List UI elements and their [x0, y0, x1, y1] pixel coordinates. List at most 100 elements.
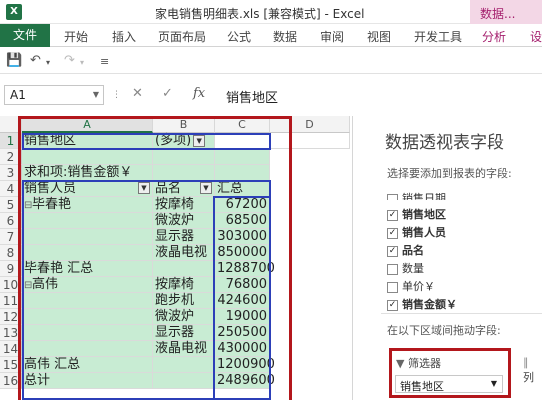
select-all-corner[interactable]: [0, 116, 22, 133]
checkbox[interactable]: ✓: [387, 227, 398, 239]
pivot-product[interactable]: 液晶电视: [153, 341, 215, 357]
insert-function-icon[interactable]: fx: [193, 86, 205, 101]
cancel-icon[interactable]: ✕: [132, 86, 143, 101]
pivot-subtotal[interactable]: 1288700: [215, 261, 275, 277]
tab-review[interactable]: 审阅: [320, 28, 344, 45]
row-header[interactable]: 1: [0, 133, 22, 149]
pivot-product[interactable]: 微波炉: [153, 213, 215, 229]
cell[interactable]: [22, 341, 153, 357]
field-item[interactable]: ✓ 销售金额￥: [387, 296, 457, 314]
cell[interactable]: [22, 309, 153, 325]
tab-view[interactable]: 视图: [367, 28, 391, 45]
field-item[interactable]: 单价￥: [387, 278, 435, 296]
row-header[interactable]: 12: [0, 309, 22, 325]
undo-icon[interactable]: ↶: [30, 53, 41, 68]
field-item[interactable]: ✓ 销售人员: [387, 224, 446, 242]
row-header[interactable]: 8: [0, 245, 22, 261]
checkbox[interactable]: ✓: [387, 209, 398, 221]
contextual-tab-group[interactable]: 数据...: [470, 0, 542, 24]
chevron-down-icon[interactable]: ▼: [93, 90, 99, 99]
pivot-row-header-product-cell[interactable]: 品名 ▼: [153, 181, 215, 197]
row-header[interactable]: 2: [0, 149, 22, 165]
enter-icon[interactable]: ✓: [162, 86, 173, 101]
field-item[interactable]: ✓ 销售地区: [387, 206, 446, 224]
collapse-icon[interactable]: ⊟: [24, 198, 32, 213]
tab-data[interactable]: 数据: [273, 28, 297, 45]
pivot-amount[interactable]: 67200: [215, 197, 270, 213]
cell[interactable]: [153, 165, 215, 181]
pivot-person-cell[interactable]: ⊟毕春艳: [22, 197, 153, 213]
cell[interactable]: [153, 357, 215, 373]
cell[interactable]: [215, 165, 270, 181]
pivot-amount[interactable]: 68500: [215, 213, 270, 229]
pivot-product[interactable]: 跑步机: [153, 293, 215, 309]
row-header[interactable]: 13: [0, 325, 22, 341]
pivot-subtotal-label[interactable]: 毕春艳 汇总: [22, 261, 153, 277]
pivot-product[interactable]: 按摩椅: [153, 277, 215, 293]
column-header-c[interactable]: C: [215, 116, 270, 133]
field-item[interactable]: ✓ 品名: [387, 242, 424, 260]
filter-area-field[interactable]: 销售地区 ▼: [395, 375, 503, 393]
pivot-product[interactable]: 按摩椅: [153, 197, 215, 213]
checkbox[interactable]: ✓: [387, 245, 398, 257]
pivot-grand-total-label[interactable]: 总计: [22, 373, 153, 389]
pivot-amount[interactable]: 430000: [215, 341, 270, 357]
pivot-amount[interactable]: 303000: [215, 229, 270, 245]
row-header[interactable]: 15: [0, 357, 22, 373]
cell[interactable]: [270, 133, 350, 149]
tab-insert[interactable]: 插入: [112, 28, 136, 45]
cell[interactable]: [215, 133, 270, 149]
pivot-col-header-cell[interactable]: 汇总: [215, 181, 270, 197]
formula-input[interactable]: 销售地区: [218, 85, 368, 106]
tab-analyze[interactable]: 分析: [482, 28, 506, 45]
cell[interactable]: [22, 325, 153, 341]
checkbox[interactable]: [387, 263, 398, 275]
row-header[interactable]: 3: [0, 165, 22, 181]
collapse-icon[interactable]: ⊟: [24, 278, 32, 293]
cell[interactable]: [215, 149, 270, 165]
cell[interactable]: [22, 245, 153, 261]
cell[interactable]: [22, 213, 153, 229]
checkbox[interactable]: [387, 193, 398, 200]
pivot-subtotal-label[interactable]: 高伟 汇总: [22, 357, 153, 373]
customize-qat-icon[interactable]: ≡: [100, 55, 109, 68]
row-header[interactable]: 9: [0, 261, 22, 277]
tab-design[interactable]: 设: [530, 28, 542, 45]
save-icon[interactable]: 💾: [6, 53, 22, 68]
column-header-b[interactable]: B: [153, 116, 215, 133]
cell[interactable]: [153, 261, 215, 277]
pivot-amount[interactable]: 19000: [215, 309, 270, 325]
filter-dropdown-icon[interactable]: ▼: [193, 134, 206, 147]
pivot-person-cell[interactable]: ⊟高伟: [22, 277, 153, 293]
cell[interactable]: [22, 149, 153, 165]
column-header-a[interactable]: A: [22, 116, 153, 133]
row-header[interactable]: 5: [0, 197, 22, 213]
row-header[interactable]: 11: [0, 293, 22, 309]
pivot-amount[interactable]: 76800: [215, 277, 270, 293]
tab-file[interactable]: 文件: [0, 24, 50, 47]
cell[interactable]: [153, 373, 215, 389]
row-header[interactable]: 16: [0, 373, 22, 389]
cell[interactable]: [153, 149, 215, 165]
row-header[interactable]: 14: [0, 341, 22, 357]
pivot-row-header-person-cell[interactable]: 销售人员 ▼: [22, 181, 153, 197]
pivot-grand-total[interactable]: 2489600: [215, 373, 275, 389]
pivot-filter-value-cell[interactable]: (多项) ▼: [153, 133, 215, 149]
checkbox[interactable]: ✓: [387, 299, 398, 311]
row-header[interactable]: 7: [0, 229, 22, 245]
filter-dropdown-icon[interactable]: ▼: [138, 182, 150, 194]
pivot-product[interactable]: 显示器: [153, 229, 215, 245]
pivot-values-label-cell[interactable]: 求和项:销售金额￥: [22, 165, 153, 181]
filter-dropdown-icon[interactable]: ▼: [200, 182, 212, 194]
row-header[interactable]: 10: [0, 277, 22, 293]
pivot-amount[interactable]: 424600: [215, 293, 270, 309]
tab-formulas[interactable]: 公式: [227, 28, 251, 45]
tab-home[interactable]: 开始: [64, 28, 88, 45]
redo-dropdown-icon[interactable]: ▾: [80, 58, 84, 67]
more-options-icon[interactable]: ⋮: [112, 90, 121, 100]
pivot-amount[interactable]: 250500: [215, 325, 270, 341]
row-header[interactable]: 6: [0, 213, 22, 229]
pivot-subtotal[interactable]: 1200900: [215, 357, 275, 373]
pivot-amount[interactable]: 850000: [215, 245, 270, 261]
row-header[interactable]: 4: [0, 181, 22, 197]
